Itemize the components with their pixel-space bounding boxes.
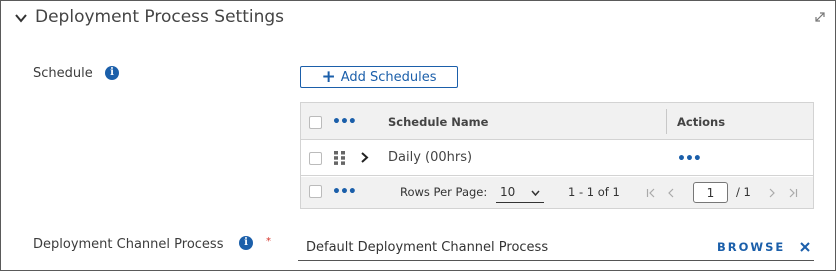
- rows-per-page-select[interactable]: 10: [496, 182, 544, 203]
- range-text: 1 - 1 of 1: [568, 185, 620, 199]
- footer-menu-icon[interactable]: •••: [332, 185, 357, 199]
- channel-process-info-icon[interactable]: i: [239, 236, 253, 250]
- plus-icon: +: [321, 66, 336, 87]
- add-schedules-button[interactable]: + Add Schedules: [300, 66, 458, 88]
- channel-process-field[interactable]: Default Deployment Channel Process BROWS…: [298, 234, 814, 261]
- column-menu-icon[interactable]: •••: [332, 115, 357, 129]
- chevron-down-icon[interactable]: [14, 11, 28, 25]
- row-checkbox[interactable]: [309, 152, 322, 165]
- schedule-info-icon[interactable]: i: [105, 66, 119, 80]
- schedule-label: Schedule: [33, 66, 93, 81]
- browse-button[interactable]: BROWSE: [717, 240, 785, 254]
- expand-icon[interactable]: [814, 11, 826, 23]
- column-header-actions: Actions: [677, 115, 726, 129]
- chevron-right-icon[interactable]: [360, 152, 369, 163]
- rows-per-page-label: Rows Per Page:: [400, 185, 488, 199]
- last-page-icon[interactable]: [788, 188, 798, 198]
- footer-checkbox[interactable]: [309, 185, 322, 198]
- rows-per-page-value: 10: [500, 185, 516, 199]
- next-page-icon[interactable]: [767, 188, 777, 198]
- schedule-name-cell: Daily (00hrs): [388, 150, 473, 165]
- channel-process-label: Deployment Channel Process: [33, 237, 224, 252]
- add-schedules-label: Add Schedules: [340, 69, 437, 85]
- select-all-checkbox[interactable]: [309, 116, 322, 129]
- schedules-table: ••• Schedule Name Actions Daily (00hrs) …: [300, 102, 814, 209]
- row-actions-menu-icon[interactable]: •••: [677, 152, 702, 166]
- table-footer: ••• Rows Per Page: 10 1 - 1 of 1 / 1: [301, 177, 813, 208]
- table-header: ••• Schedule Name Actions: [301, 103, 813, 140]
- deployment-process-settings-panel: Deployment Process Settings Schedule i +…: [0, 0, 836, 271]
- drag-handle-icon[interactable]: [334, 151, 346, 165]
- previous-page-icon[interactable]: [666, 188, 676, 198]
- total-pages-text: / 1: [736, 185, 751, 199]
- page-number-input[interactable]: [693, 182, 728, 203]
- channel-process-value: Default Deployment Channel Process: [306, 240, 549, 255]
- column-divider[interactable]: [666, 109, 667, 134]
- close-icon[interactable]: [800, 242, 810, 252]
- column-header-schedule-name[interactable]: Schedule Name: [388, 115, 488, 129]
- first-page-icon[interactable]: [646, 188, 656, 198]
- chevron-down-icon: [531, 190, 540, 196]
- section-header[interactable]: Deployment Process Settings: [1, 1, 835, 35]
- required-indicator: *: [266, 236, 271, 247]
- table-row[interactable]: Daily (00hrs) •••: [301, 140, 813, 176]
- section-title: Deployment Process Settings: [35, 7, 285, 27]
